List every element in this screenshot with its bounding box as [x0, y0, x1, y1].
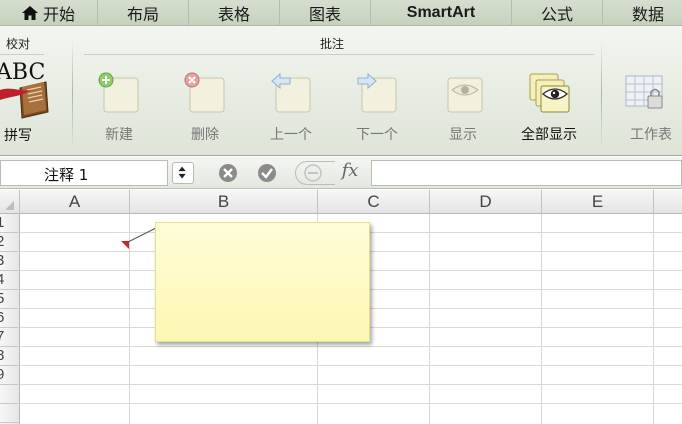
row-header[interactable]: 1	[0, 214, 20, 233]
show-comment-label: 显示	[449, 127, 477, 143]
home-icon	[21, 5, 38, 20]
row-header[interactable]	[0, 385, 20, 404]
tab-label: 布局	[126, 4, 159, 24]
row-header[interactable]: 4	[0, 271, 20, 290]
row-header[interactable]: 2	[0, 233, 20, 252]
show-comment-button[interactable]: 显示	[428, 66, 498, 146]
group-title-underline	[0, 54, 44, 55]
tab-smartart[interactable]: SmartArt	[371, 0, 511, 25]
row-header[interactable]: 8	[0, 347, 20, 366]
row-header-column: 1 2 3 4 5 6 7 8 9	[0, 214, 20, 424]
delete-comment-label: 删除	[191, 127, 219, 143]
delete-comment-button[interactable]: 删除	[170, 66, 240, 146]
column-header-d[interactable]: D	[430, 190, 542, 214]
select-all-corner[interactable]	[0, 190, 20, 214]
ribbon-tab-bar: 开始 布局 表格 图表 SmartArt 公式 数据	[0, 0, 682, 26]
name-box-stepper[interactable]	[172, 162, 194, 184]
tab-tables[interactable]: 表格	[189, 0, 279, 25]
protect-worksheet-label: 工作表	[630, 127, 672, 143]
tab-label: 图表	[308, 4, 341, 24]
up-down-arrows-icon	[178, 166, 186, 179]
tab-data[interactable]: 数据	[603, 0, 682, 25]
spelling-label: 拼写	[4, 128, 32, 144]
group-title-comments: 批注	[320, 37, 345, 51]
row-header[interactable]: 3	[0, 252, 20, 271]
protect-worksheet-button[interactable]: 工作表	[614, 66, 682, 146]
column-header-b[interactable]: B	[130, 190, 318, 214]
grid-line	[20, 365, 682, 366]
tab-label: 开始	[42, 4, 75, 24]
delete-comment-icon	[184, 72, 225, 113]
show-all-comments-label: 全部显示	[521, 127, 577, 143]
name-box-value: 注释 1	[44, 166, 89, 184]
row-header[interactable]: 5	[0, 290, 20, 309]
new-comment-icon	[98, 72, 139, 113]
spelling-button[interactable]: ABC 拼写	[0, 60, 56, 150]
formula-input[interactable]	[371, 160, 682, 186]
group-title-underline	[84, 54, 594, 55]
new-comment-button[interactable]: 新建	[84, 66, 154, 146]
group-divider	[601, 40, 602, 150]
previous-comment-label: 上一个	[270, 127, 312, 143]
fx-button[interactable]: fx	[333, 160, 367, 186]
row-header[interactable]: 7	[0, 328, 20, 347]
next-comment-button[interactable]: 下一个	[342, 66, 412, 146]
arrow-left-icon	[271, 72, 311, 113]
comment-connector-line	[127, 227, 157, 243]
grid-line	[541, 214, 542, 424]
cancel-entry-icon[interactable]	[218, 163, 238, 183]
column-header-c[interactable]: C	[318, 190, 430, 214]
name-box[interactable]: 注释 1	[0, 160, 168, 186]
row-header[interactable]: 6	[0, 309, 20, 328]
column-header-a[interactable]: A	[20, 190, 130, 214]
spelling-abc-text: ABC	[0, 60, 46, 85]
show-all-comments-button[interactable]: 全部显示	[514, 66, 584, 146]
grid-line	[20, 384, 682, 385]
grid-line	[20, 346, 682, 347]
column-header-row: A B C D E	[0, 190, 682, 214]
column-header-f-partial[interactable]	[654, 190, 682, 214]
function-wizard-icon[interactable]	[303, 163, 323, 183]
grid-line	[20, 403, 682, 404]
tab-label: 表格	[217, 4, 250, 24]
row-header[interactable]	[0, 404, 20, 423]
tab-charts[interactable]: 图表	[280, 0, 370, 25]
grid-line	[429, 214, 430, 424]
tab-layout[interactable]: 布局	[98, 0, 188, 25]
previous-comment-button[interactable]: 上一个	[256, 66, 326, 146]
comment-box[interactable]	[155, 222, 370, 342]
show-all-eye-icon	[529, 73, 570, 113]
ribbon-panel: 校对 ABC 拼写 批注 新建 删除 上一个 下一个 显示 全部显示 工作表	[0, 26, 682, 156]
grid-line	[653, 214, 654, 424]
group-title-proofing: 校对	[6, 37, 31, 51]
formula-bar: 注释 1 fx	[0, 157, 682, 189]
tab-home[interactable]: 开始	[0, 0, 97, 25]
tab-label: 数据	[631, 4, 664, 24]
confirm-entry-icon[interactable]	[257, 163, 277, 183]
worksheet-lock-icon	[625, 75, 663, 109]
next-comment-label: 下一个	[356, 127, 398, 143]
column-header-e[interactable]: E	[542, 190, 654, 214]
tab-formulas[interactable]: 公式	[512, 0, 602, 25]
new-comment-label: 新建	[105, 127, 133, 143]
tab-label: 公式	[540, 4, 573, 24]
arrow-right-icon	[357, 72, 397, 113]
tab-label: SmartArt	[406, 3, 476, 21]
group-divider	[72, 40, 73, 150]
select-all-triangle-icon	[5, 201, 14, 210]
eye-icon	[447, 77, 483, 113]
row-header[interactable]: 9	[0, 366, 20, 385]
